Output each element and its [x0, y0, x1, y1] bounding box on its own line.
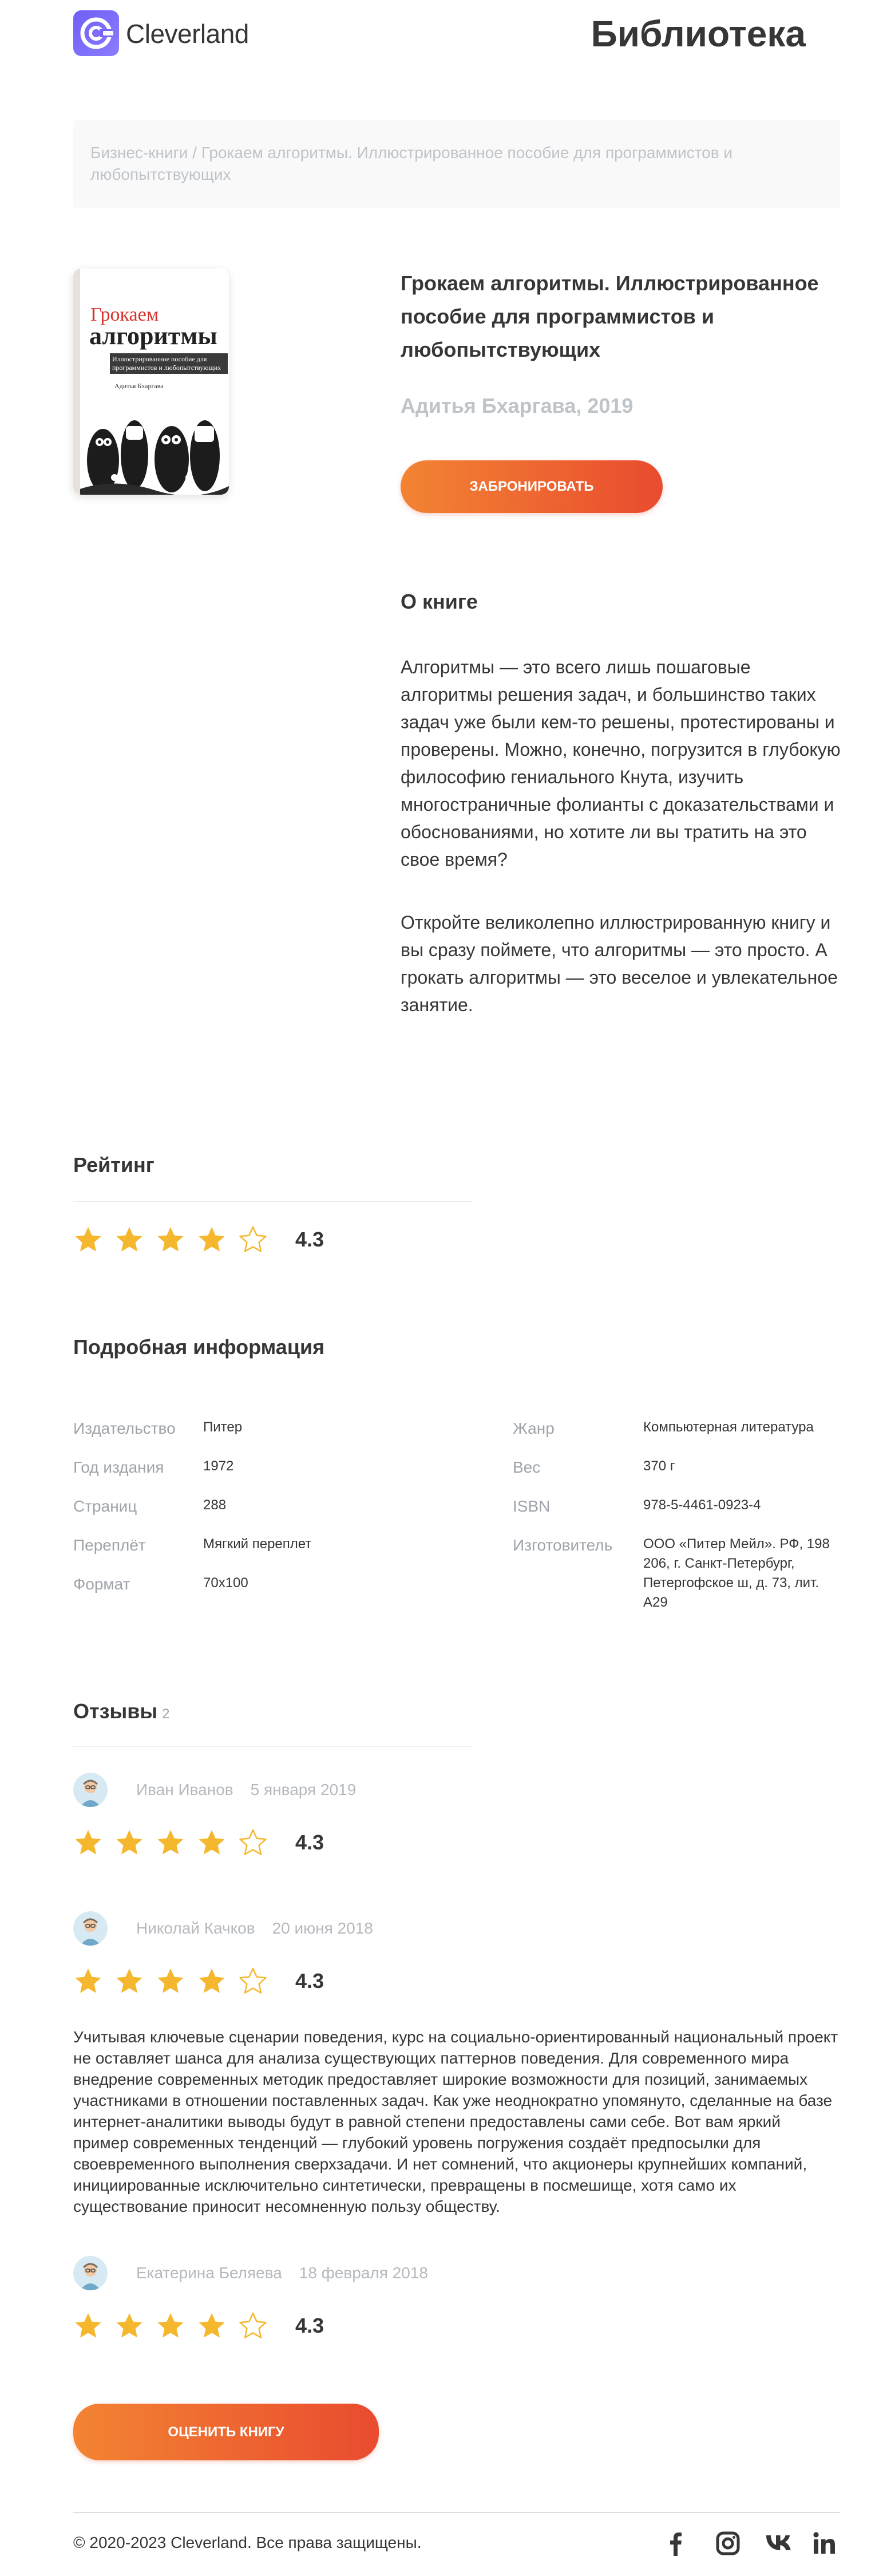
review-author: Николай Качков	[136, 1919, 255, 1937]
avatar	[73, 1911, 108, 1946]
detail-label-format: Формат	[73, 1575, 130, 1593]
detail-label-binding: Переплёт	[73, 1536, 146, 1554]
review-header: Иван Иванов 5 января 2019	[73, 1773, 356, 1807]
detail-value-genre: Компьютерная литература	[643, 1419, 814, 1435]
review-rating-value: 4.3	[295, 1969, 324, 1993]
star-empty-icon	[238, 1967, 268, 1995]
rating-heading: Рейтинг	[73, 1153, 155, 1177]
star-filled-icon	[156, 2311, 185, 2340]
about-heading: О книге	[401, 590, 478, 613]
star-filled-icon	[156, 1967, 185, 1995]
detail-label-isbn: ISBN	[513, 1497, 551, 1515]
cover-subtitle: Иллюстрированное пособие для программист…	[110, 353, 228, 374]
review-rating-value: 4.3	[295, 1831, 324, 1854]
star-filled-icon	[114, 2311, 144, 2340]
detail-value-publisher: Питер	[203, 1419, 243, 1435]
logo-text[interactable]: Cleverland	[126, 18, 249, 49]
star-filled-icon	[73, 1828, 103, 1857]
detail-value-manufacturer: ООО «Питер Мейл». РФ, 198 206, г. Санкт-…	[643, 1536, 830, 1610]
review-rating-value: 4.3	[295, 2314, 324, 2337]
about-paragraph: Откройте великолепно иллюстрированную кн…	[401, 912, 838, 1015]
book-title: Грокаем алгоритмы. Иллюстрированное посо…	[401, 271, 819, 361]
reviews-title: Отзывы	[73, 1699, 158, 1723]
detail-label-pages: Страниц	[73, 1497, 137, 1515]
star-filled-icon	[114, 1967, 144, 1995]
star-filled-icon	[73, 1967, 103, 1995]
review-header: Екатерина Беляева 18 февраля 2018	[73, 2256, 428, 2290]
reserve-button[interactable]: Забронировать	[401, 460, 663, 513]
logo-icon[interactable]	[73, 10, 119, 56]
facebook-icon[interactable]	[663, 2531, 688, 2556]
review-author: Иван Иванов	[136, 1781, 233, 1798]
star-filled-icon	[114, 1828, 144, 1857]
star-filled-icon	[197, 1967, 227, 1995]
detail-label-genre: Жанр	[513, 1419, 555, 1437]
review-author: Екатерина Беляева	[136, 2264, 282, 2282]
review-rating: 4.3	[73, 1828, 324, 1857]
cover-author: Адитья Бхаргава	[114, 382, 164, 390]
review-date: 18 февраля 2018	[299, 2264, 428, 2282]
linkedin-icon[interactable]	[811, 2531, 837, 2556]
detail-value-weight: 370 г	[643, 1458, 675, 1474]
vk-icon[interactable]	[765, 2531, 794, 2556]
review-stars	[73, 1828, 268, 1857]
reviews-count: 2	[162, 1706, 170, 1722]
review-header: Николай Качков 20 июня 2018	[73, 1911, 373, 1946]
rating-block: 4.3	[73, 1225, 324, 1254]
breadcrumb-separator: /	[188, 144, 201, 161]
avatar	[73, 1773, 108, 1807]
reviews-heading[interactable]: Отзывы 2	[73, 1699, 170, 1723]
detail-value-year: 1972	[203, 1458, 234, 1474]
page-title: Библиотека	[591, 13, 806, 54]
detail-value-isbn: 978-5-4461-0923-4	[643, 1497, 761, 1513]
review-date: 5 января 2019	[250, 1781, 357, 1798]
review-rating: 4.3	[73, 2311, 324, 2340]
divider	[73, 1201, 473, 1202]
about-paragraph: Алгоритмы — это всего лишь пошаговые алг…	[401, 657, 841, 870]
detail-label-year: Год издания	[73, 1458, 164, 1476]
review-stars	[73, 1967, 268, 1995]
instagram-icon[interactable]	[715, 2531, 741, 2556]
detail-value-pages: 288	[203, 1497, 227, 1513]
star-filled-icon	[114, 1225, 144, 1254]
star-filled-icon	[73, 2311, 103, 2340]
rating-value: 4.3	[295, 1228, 324, 1251]
avatar	[73, 2256, 108, 2290]
detail-label-weight: Вес	[513, 1458, 541, 1476]
breadcrumb: Бизнес-книги / Грокаем алгоритмы. Иллюст…	[73, 120, 840, 208]
detail-label-manufacturer: Изготовитель	[513, 1536, 613, 1554]
details-heading: Подробная информация	[73, 1335, 325, 1359]
divider	[73, 1746, 473, 1747]
cover-illustration	[80, 392, 229, 495]
review-rating: 4.3	[73, 1967, 324, 1995]
star-filled-icon	[73, 1225, 103, 1254]
star-filled-icon	[156, 1225, 185, 1254]
detail-value-binding: Мягкий переплет	[203, 1536, 312, 1552]
footer-divider	[73, 2512, 840, 2513]
breadcrumb-category-link[interactable]: Бизнес-книги	[90, 144, 188, 161]
review-stars	[73, 2311, 268, 2340]
star-empty-icon	[238, 2311, 268, 2340]
star-filled-icon	[156, 1828, 185, 1857]
cover-title-main: алгоритмы	[89, 322, 217, 350]
book-author-year: Адитья Бхаргава, 2019	[401, 394, 633, 417]
star-filled-icon	[197, 1225, 227, 1254]
rate-book-button[interactable]: Оценить книгу	[73, 2404, 379, 2460]
copyright: © 2020-2023 Cleverland. Все права защище…	[73, 2534, 422, 2551]
book-cover: Грокаем алгоритмы Иллюстрированное пособ…	[73, 269, 229, 495]
star-empty-icon	[238, 1828, 268, 1857]
review-text: Учитывая ключевые сценарии поведения, ку…	[73, 2028, 838, 2215]
star-filled-icon	[197, 1828, 227, 1857]
detail-label-publisher: Издательство	[73, 1419, 176, 1437]
detail-value-format: 70х100	[203, 1575, 248, 1591]
rating-stars[interactable]	[73, 1225, 268, 1254]
star-filled-icon	[197, 2311, 227, 2340]
review-date: 20 июня 2018	[272, 1919, 373, 1937]
star-empty-icon	[238, 1225, 268, 1254]
